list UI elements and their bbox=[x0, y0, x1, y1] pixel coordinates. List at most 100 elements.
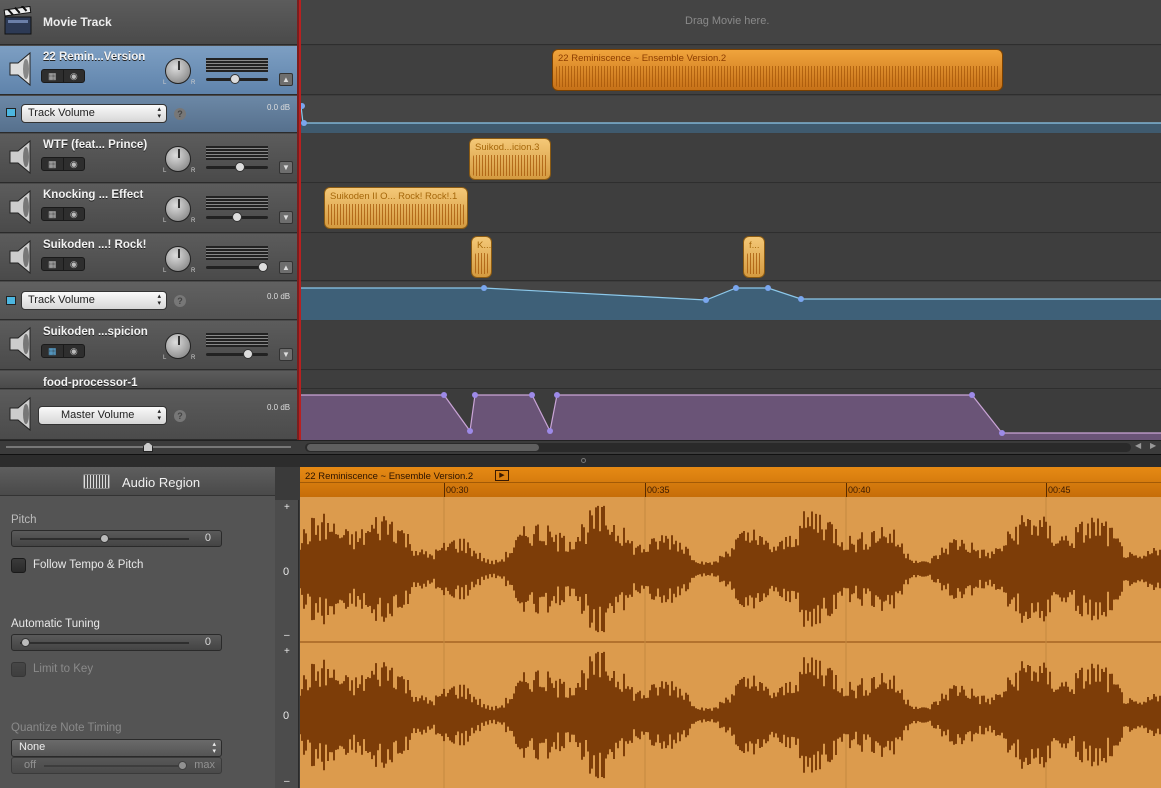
pane-divider[interactable] bbox=[0, 454, 1161, 467]
collapse-arrow-icon[interactable]: ▲ bbox=[279, 73, 293, 86]
track-name[interactable]: Suikoden ...! Rock! bbox=[43, 239, 147, 251]
time-ruler[interactable]: 00:30 00:35 00:40 00:45 bbox=[300, 482, 1161, 497]
follow-tempo-label[interactable]: Follow Tempo & Pitch bbox=[33, 559, 143, 571]
movie-track-header[interactable]: Movie Track bbox=[0, 0, 297, 45]
automation-point[interactable] bbox=[554, 392, 560, 398]
limit-to-key-checkbox[interactable] bbox=[11, 662, 26, 677]
automation-point[interactable] bbox=[703, 297, 709, 303]
scrollbar-thumb[interactable] bbox=[307, 444, 539, 451]
headphones-icon[interactable]: ◉ bbox=[64, 70, 85, 82]
pan-knob[interactable] bbox=[165, 333, 191, 359]
mute-icon[interactable]: ▦ bbox=[42, 258, 64, 270]
expand-arrow-icon[interactable]: ▼ bbox=[279, 211, 293, 224]
expand-arrow-icon[interactable]: ▼ bbox=[279, 161, 293, 174]
pan-knob[interactable] bbox=[165, 146, 191, 172]
audio-region[interactable]: K... bbox=[471, 236, 492, 278]
mute-solo-buttons[interactable]: ▦ ◉ bbox=[41, 344, 85, 358]
stereo-waveform[interactable] bbox=[300, 497, 1161, 788]
auto-tuning-label: Automatic Tuning bbox=[11, 618, 100, 630]
audio-region[interactable]: 22 Reminiscence ~ Ensemble Version.2 bbox=[552, 49, 1003, 91]
waveform-editor[interactable]: 22 Reminiscence ~ Ensemble Version.2 ▶ 0… bbox=[300, 467, 1161, 788]
track-name[interactable]: WTF (feat... Prince) bbox=[43, 139, 147, 151]
track-row[interactable]: Knocking ... Effect ▦ ◉ L R ▼ bbox=[0, 184, 297, 233]
mute-icon[interactable]: ▦ bbox=[42, 345, 64, 357]
playhead[interactable] bbox=[299, 0, 301, 440]
automation-point[interactable] bbox=[441, 392, 447, 398]
automation-point[interactable] bbox=[301, 103, 305, 109]
follow-tempo-checkbox[interactable] bbox=[11, 558, 26, 573]
audio-region[interactable]: Suikoden II O... Rock! Rock!.1 bbox=[324, 187, 468, 229]
automation-point[interactable] bbox=[301, 120, 307, 126]
pan-knob[interactable] bbox=[165, 58, 191, 84]
master-parameter-select[interactable]: Master Volume bbox=[38, 406, 167, 425]
headphones-icon[interactable]: ◉ bbox=[64, 258, 85, 270]
volume-slider[interactable] bbox=[206, 74, 268, 84]
audio-region[interactable]: f... bbox=[743, 236, 765, 278]
track-row[interactable]: WTF (feat... Prince) ▦ ◉ L R ▼ bbox=[0, 134, 297, 183]
pan-knob[interactable] bbox=[165, 196, 191, 222]
pitch-slider[interactable]: 0 bbox=[11, 530, 222, 547]
automation-point[interactable] bbox=[481, 285, 487, 291]
automation-point[interactable] bbox=[467, 428, 473, 434]
track-name[interactable]: 22 Remin...Version bbox=[43, 51, 145, 63]
quantize-strength-slider[interactable]: off max bbox=[11, 757, 222, 774]
mute-icon[interactable]: ▦ bbox=[42, 158, 64, 170]
volume-thumb[interactable] bbox=[235, 162, 245, 172]
automation-point[interactable] bbox=[547, 428, 553, 434]
track-row[interactable]: food-processor-1 bbox=[0, 371, 297, 389]
timeline-area[interactable]: Drag Movie here. 22 Reminiscence ~ Ensem… bbox=[301, 0, 1161, 440]
volume-slider[interactable] bbox=[206, 162, 268, 172]
headphones-icon[interactable]: ◉ bbox=[64, 345, 85, 357]
help-icon[interactable]: ? bbox=[174, 410, 186, 422]
automation-point[interactable] bbox=[529, 392, 535, 398]
scroll-right-arrow-icon[interactable]: ▶ bbox=[1150, 441, 1156, 450]
track-name[interactable]: Knocking ... Effect bbox=[43, 189, 143, 201]
volume-thumb[interactable] bbox=[258, 262, 268, 272]
track-row[interactable]: Suikoden ...! Rock! ▦ ◉ L R ▲ bbox=[0, 234, 297, 281]
auto-tuning-slider[interactable]: 0 bbox=[11, 634, 222, 651]
collapse-arrow-icon[interactable]: ▲ bbox=[279, 261, 293, 274]
volume-slider[interactable] bbox=[206, 349, 268, 359]
mute-icon[interactable]: ▦ bbox=[42, 70, 64, 82]
limit-to-key-label[interactable]: Limit to Key bbox=[33, 663, 93, 675]
automation-point[interactable] bbox=[798, 296, 804, 302]
automation-point[interactable] bbox=[999, 430, 1005, 436]
automation-parameter-select[interactable]: Track Volume bbox=[21, 291, 167, 310]
slider-thumb[interactable] bbox=[178, 761, 187, 770]
track-name[interactable]: food-processor-1 bbox=[43, 377, 138, 388]
audio-region[interactable]: Suikod...icion.3 bbox=[469, 138, 551, 180]
scroll-left-arrow-icon[interactable]: ◀ bbox=[1135, 441, 1141, 450]
automation-point[interactable] bbox=[472, 392, 478, 398]
zoom-slider-thumb[interactable] bbox=[143, 442, 153, 452]
volume-thumb[interactable] bbox=[243, 349, 253, 359]
volume-thumb[interactable] bbox=[230, 74, 240, 84]
track-row[interactable]: 22 Remin...Version ▦ ◉ L R ▲ bbox=[0, 46, 297, 95]
slider-thumb[interactable] bbox=[21, 638, 30, 647]
pan-knob[interactable] bbox=[165, 246, 191, 272]
divider-grip[interactable] bbox=[581, 458, 586, 463]
mute-solo-buttons[interactable]: ▦ ◉ bbox=[41, 207, 85, 221]
expand-arrow-icon[interactable]: ▼ bbox=[279, 348, 293, 361]
automation-point[interactable] bbox=[969, 392, 975, 398]
volume-slider[interactable] bbox=[206, 262, 268, 272]
automation-parameter-select[interactable]: Track Volume bbox=[21, 104, 167, 123]
help-icon[interactable]: ? bbox=[174, 108, 186, 120]
play-region-icon[interactable]: ▶ bbox=[495, 470, 509, 481]
automation-point[interactable] bbox=[765, 285, 771, 291]
help-icon[interactable]: ? bbox=[174, 295, 186, 307]
track-name[interactable]: Suikoden ...spicion bbox=[43, 326, 148, 338]
mute-solo-buttons[interactable]: ▦ ◉ bbox=[41, 257, 85, 271]
headphones-icon[interactable]: ◉ bbox=[64, 208, 85, 220]
volume-slider[interactable] bbox=[206, 212, 268, 222]
track-row[interactable]: Suikoden ...spicion ▦ ◉ L R ▼ bbox=[0, 321, 297, 370]
slider-thumb[interactable] bbox=[100, 534, 109, 543]
mute-solo-buttons[interactable]: ▦ ◉ bbox=[41, 157, 85, 171]
automation-point[interactable] bbox=[733, 285, 739, 291]
mute-icon[interactable]: ▦ bbox=[42, 208, 64, 220]
automation-row: Track Volume ? 0.0 dB bbox=[0, 282, 297, 320]
headphones-icon[interactable]: ◉ bbox=[64, 158, 85, 170]
quantize-select[interactable]: None ▴ ▾ bbox=[11, 739, 222, 757]
volume-thumb[interactable] bbox=[232, 212, 242, 222]
track-header-column: Movie Track 22 Remin...Version ▦ ◉ L R ▲ … bbox=[0, 0, 299, 440]
mute-solo-buttons[interactable]: ▦ ◉ bbox=[41, 69, 85, 83]
